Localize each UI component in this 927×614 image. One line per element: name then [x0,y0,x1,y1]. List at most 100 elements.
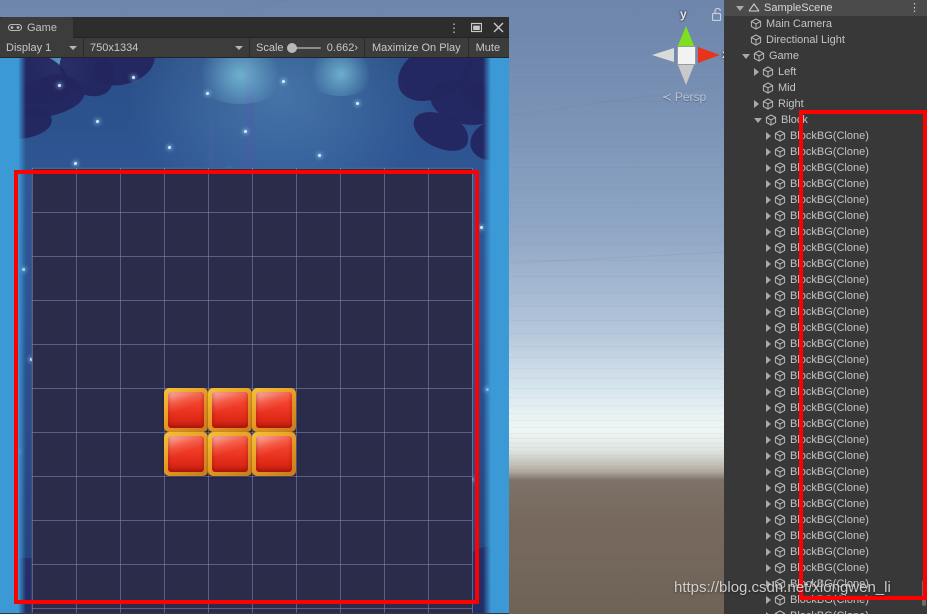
hierarchy-item[interactable]: BlockBG(Clone) [724,608,927,614]
game-block[interactable] [164,388,208,432]
hierarchy-item[interactable]: BlockBG(Clone) [724,368,927,384]
hierarchy-tree[interactable]: Main Camera Directional Light Game Left Mid R… [724,16,927,614]
chevron-right-icon[interactable] [766,452,771,460]
hierarchy-item[interactable]: Directional Light [724,32,927,48]
hierarchy-scrollbar[interactable] [922,580,926,606]
hierarchy-item[interactable]: Main Camera [724,16,927,32]
chevron-right-icon[interactable] [766,372,771,380]
chevron-right-icon[interactable] [766,580,771,588]
chevron-right-icon[interactable] [766,260,771,268]
chevron-right-icon[interactable] [766,244,771,252]
chevron-right-icon[interactable] [766,148,771,156]
close-icon[interactable] [491,21,505,35]
chevron-right-icon[interactable] [766,324,771,332]
chevron-right-icon[interactable] [766,276,771,284]
hierarchy-item[interactable]: BlockBG(Clone) [724,320,927,336]
hierarchy-item[interactable]: BlockBG(Clone) [724,288,927,304]
chevron-right-icon[interactable] [766,596,771,604]
game-playfield-grid[interactable] [32,168,473,613]
gizmo-x-axis-cone[interactable] [698,47,720,63]
chevron-right-icon[interactable] [766,484,771,492]
game-block[interactable] [208,432,252,476]
lock-open-icon[interactable] [711,7,723,22]
hierarchy-menu-icon[interactable]: ⋮ [909,1,920,14]
chevron-right-icon[interactable] [766,516,771,524]
hierarchy-item[interactable]: BlockBG(Clone) [724,480,927,496]
scale-slider-group[interactable]: Scale 0.662› [250,38,365,57]
hierarchy-item[interactable]: BlockBG(Clone) [724,576,927,592]
hierarchy-item[interactable]: BlockBG(Clone) [724,256,927,272]
hierarchy-item[interactable]: BlockBG(Clone) [724,416,927,432]
chevron-right-icon[interactable] [766,292,771,300]
chevron-right-icon[interactable] [766,388,771,396]
chevron-right-icon[interactable] [766,196,771,204]
gizmo-negative-x-axis-cone[interactable] [652,48,674,62]
hierarchy-item[interactable]: BlockBG(Clone) [724,448,927,464]
hierarchy-item[interactable]: BlockBG(Clone) [724,336,927,352]
hierarchy-item[interactable]: BlockBG(Clone) [724,560,927,576]
maximize-icon[interactable] [469,21,483,35]
hierarchy-scene-header[interactable]: SampleScene ⋮ [724,0,927,16]
chevron-right-icon[interactable] [766,564,771,572]
chevron-right-icon[interactable] [766,404,771,412]
hierarchy-item[interactable]: BlockBG(Clone) [724,352,927,368]
chevron-right-icon[interactable] [766,308,771,316]
chevron-right-icon[interactable] [766,500,771,508]
chevron-down-icon[interactable] [754,117,762,123]
hierarchy-item[interactable]: BlockBG(Clone) [724,192,927,208]
hierarchy-item[interactable]: BlockBG(Clone) [724,384,927,400]
chevron-right-icon[interactable] [754,68,759,76]
chevron-right-icon[interactable] [766,228,771,236]
hierarchy-item[interactable]: BlockBG(Clone) [724,224,927,240]
chevron-right-icon[interactable] [766,548,771,556]
chevron-down-icon[interactable] [736,5,744,11]
hierarchy-item[interactable]: Left [724,64,927,80]
resolution-dropdown[interactable]: 750x1334 [84,38,250,57]
hierarchy-item[interactable]: BlockBG(Clone) [724,544,927,560]
chevron-right-icon[interactable] [766,164,771,172]
hierarchy-item[interactable]: BlockBG(Clone) [724,464,927,480]
scale-slider-handle[interactable] [286,42,297,53]
chevron-right-icon[interactable] [766,212,771,220]
chevron-right-icon[interactable] [766,436,771,444]
chevron-right-icon[interactable] [766,356,771,364]
gizmo-y-axis-cone[interactable] [677,26,695,48]
hierarchy-item[interactable]: Block [724,112,927,128]
hierarchy-item[interactable]: Mid [724,80,927,96]
hierarchy-item[interactable]: BlockBG(Clone) [724,400,927,416]
game-block[interactable] [252,432,296,476]
gizmo-center-cube[interactable] [677,46,696,65]
chevron-right-icon[interactable] [766,340,771,348]
hierarchy-item[interactable]: BlockBG(Clone) [724,208,927,224]
hierarchy-item[interactable]: BlockBG(Clone) [724,528,927,544]
gizmo-negative-y-axis-cone[interactable] [678,65,694,85]
chevron-right-icon[interactable] [766,420,771,428]
chevron-right-icon[interactable] [766,532,771,540]
chevron-right-icon[interactable] [766,180,771,188]
game-block[interactable] [208,388,252,432]
hierarchy-item[interactable]: BlockBG(Clone) [724,432,927,448]
chevron-down-icon[interactable] [742,53,750,59]
game-view-render-area[interactable] [0,58,509,613]
chevron-right-icon[interactable] [754,100,759,108]
hierarchy-item[interactable]: BlockBG(Clone) [724,304,927,320]
game-block[interactable] [164,432,208,476]
hierarchy-item[interactable]: BlockBG(Clone) [724,512,927,528]
hierarchy-item[interactable]: BlockBG(Clone) [724,176,927,192]
tab-game[interactable]: Game [0,17,73,38]
display-dropdown[interactable]: Display 1 [0,38,84,57]
hierarchy-item[interactable]: BlockBG(Clone) [724,144,927,160]
hierarchy-panel[interactable]: SampleScene ⋮ Main Camera Directional Lig… [724,0,927,614]
mute-audio-toggle[interactable]: Mute [469,38,507,57]
scene-view-projection-label[interactable]: ≺ Persp [636,90,732,104]
scale-slider[interactable] [286,42,321,53]
chevron-right-icon[interactable] [766,132,771,140]
hierarchy-item[interactable]: BlockBG(Clone) [724,240,927,256]
hierarchy-item[interactable]: BlockBG(Clone) [724,592,927,608]
game-block[interactable] [252,388,296,432]
chevron-right-icon[interactable] [766,468,771,476]
hierarchy-item[interactable]: Right [724,96,927,112]
maximize-on-play-toggle[interactable]: Maximize On Play [365,38,469,57]
hierarchy-item[interactable]: BlockBG(Clone) [724,496,927,512]
hierarchy-item[interactable]: BlockBG(Clone) [724,272,927,288]
